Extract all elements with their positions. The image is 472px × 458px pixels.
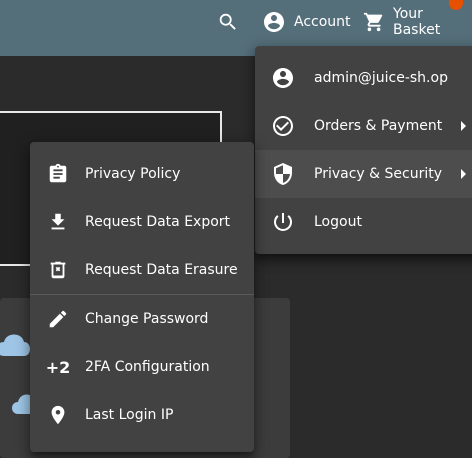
menu-item-label: Privacy Policy <box>85 166 181 182</box>
plus-two-icon: +2 <box>45 357 71 377</box>
clipboard-icon <box>46 162 70 186</box>
basket-label: Your Basket <box>393 6 441 38</box>
account-button[interactable]: Account <box>262 0 351 44</box>
menu-item-label: Request Data Erasure <box>85 262 238 278</box>
download-icon <box>46 210 70 234</box>
pencil-icon <box>46 307 70 331</box>
submenu-arrow-icon <box>461 121 466 131</box>
search-button[interactable] <box>217 0 239 44</box>
menu-item-label: Privacy & Security <box>314 166 442 182</box>
menu-item-logout[interactable]: Logout <box>255 198 472 246</box>
check-circle-icon <box>271 114 295 138</box>
search-icon <box>217 11 239 33</box>
menu-item-account-email[interactable]: admin@juice-sh.op <box>255 54 472 102</box>
account-label: Account <box>294 14 351 30</box>
delete-icon <box>46 258 70 282</box>
cloud-icon <box>0 334 30 356</box>
menu-item-privacy-policy[interactable]: Privacy Policy <box>30 150 254 198</box>
shopping-cart-icon <box>363 11 385 33</box>
menu-item-label: 2FA Configuration <box>85 359 210 375</box>
menu-item-2fa-configuration[interactable]: +2 2FA Configuration <box>30 343 254 391</box>
menu-item-change-password[interactable]: Change Password <box>30 295 254 343</box>
power-icon <box>271 210 295 234</box>
menu-item-label: admin@juice-sh.op <box>314 70 448 86</box>
submenu-arrow-icon <box>461 169 466 179</box>
menu-item-label: Request Data Export <box>85 214 231 230</box>
menu-item-label: Change Password <box>85 311 209 327</box>
menu-item-orders-payment[interactable]: Orders & Payment <box>255 102 472 150</box>
shield-icon <box>271 162 295 186</box>
account-circle-icon <box>262 10 286 34</box>
menu-item-request-data-erasure[interactable]: Request Data Erasure <box>30 246 254 294</box>
menu-item-last-login-ip[interactable]: Last Login IP <box>30 391 254 439</box>
menu-item-label: Logout <box>314 214 362 230</box>
location-pin-icon <box>46 403 70 427</box>
menu-item-label: Orders & Payment <box>314 118 443 134</box>
menu-item-request-data-export[interactable]: Request Data Export <box>30 198 254 246</box>
menu-item-label: Last Login IP <box>85 407 174 423</box>
menu-item-privacy-security[interactable]: Privacy & Security <box>255 150 472 198</box>
privacy-security-submenu: Privacy Policy Request Data Export Reque… <box>30 142 254 452</box>
account-menu: admin@juice-sh.op Orders & Payment Priva… <box>255 46 472 254</box>
account-circle-icon <box>271 66 295 90</box>
